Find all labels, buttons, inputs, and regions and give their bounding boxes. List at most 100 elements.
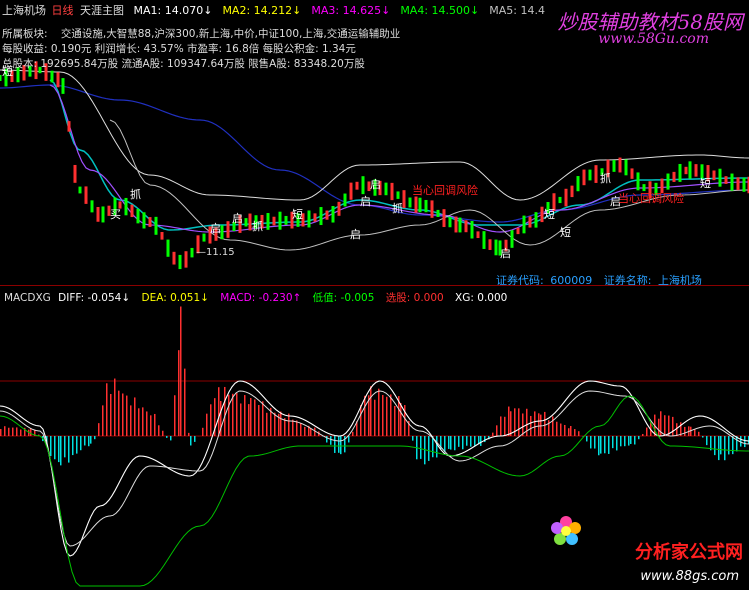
macd-bar xyxy=(16,427,18,436)
candle xyxy=(96,207,100,222)
macd-bar xyxy=(496,425,498,436)
macd-bar xyxy=(436,436,438,458)
macd-bar xyxy=(210,404,212,436)
candle xyxy=(73,164,77,183)
macd-bar xyxy=(702,436,704,438)
macd-bar xyxy=(206,413,208,436)
macd-bar xyxy=(658,418,660,436)
candle xyxy=(458,217,462,233)
ma-entry: MA1: 14.070↓ xyxy=(133,4,213,17)
macd-bar xyxy=(382,395,384,436)
macd-bar xyxy=(600,436,602,454)
macd-bar xyxy=(574,429,576,436)
candle xyxy=(278,211,282,230)
candle xyxy=(558,196,562,204)
share-info: 总股本: 192695.84万股 流通A股: 109347.64万股 限售A股:… xyxy=(2,58,365,70)
macd-bar xyxy=(218,387,220,436)
macd-bar xyxy=(244,395,246,436)
candle xyxy=(630,168,634,179)
macd-bar xyxy=(578,431,580,436)
macd-bar xyxy=(146,411,148,436)
candle xyxy=(396,191,400,199)
macd-bar xyxy=(228,394,230,436)
candle xyxy=(202,233,206,242)
macd-bar xyxy=(314,427,316,436)
macd-bar xyxy=(68,436,70,463)
candle xyxy=(678,163,682,182)
macd-bar xyxy=(628,436,630,446)
candle xyxy=(349,182,353,200)
candle xyxy=(226,221,230,238)
candle xyxy=(694,164,698,177)
macd-bar xyxy=(194,436,196,442)
indicator-title-bar: 上海机场 日线 天涯主图 MA1: 14.070↓ MA2: 14.212↓ MA3… xyxy=(2,2,555,18)
candle xyxy=(319,207,323,226)
candle xyxy=(570,185,574,198)
macd-bar xyxy=(248,404,250,436)
candle xyxy=(343,193,347,207)
macd-bar xyxy=(236,393,238,436)
macd-bar xyxy=(54,436,56,460)
warning-label-2: 当心回调风险 xyxy=(618,192,684,205)
period-label[interactable]: 日线 xyxy=(52,4,74,17)
macd-bar xyxy=(352,431,354,436)
macd-bar xyxy=(232,393,234,436)
candle xyxy=(56,72,60,88)
candle xyxy=(736,177,740,191)
indicator-name[interactable]: 天涯主图 xyxy=(80,4,124,17)
macd-bar xyxy=(330,436,332,445)
macd-bar xyxy=(594,436,596,449)
warning-label-1: 当心回调风险 xyxy=(412,184,478,197)
macd-bar xyxy=(50,436,52,457)
macd-bar xyxy=(360,405,362,436)
stock-name: 上海机场 xyxy=(2,4,46,17)
candle xyxy=(688,161,692,179)
macd-bar xyxy=(706,436,708,446)
candle xyxy=(390,182,394,201)
brand-name: 分析家公式网 xyxy=(635,542,743,563)
macd-bar xyxy=(560,423,562,436)
macd-bar xyxy=(492,432,494,436)
macd-bar xyxy=(390,394,392,436)
candle xyxy=(442,209,446,228)
macd-bar xyxy=(190,436,192,446)
candle xyxy=(284,215,288,225)
pick-value: 0.000 xyxy=(413,292,444,304)
macd-bar xyxy=(444,436,446,453)
candle xyxy=(61,78,65,94)
candle xyxy=(522,215,526,234)
macd-bar xyxy=(530,415,532,436)
macd-bar xyxy=(262,401,264,436)
macd-bar xyxy=(620,436,622,447)
price-chart-panel[interactable]: 短买抓启启抓短启启抓短短短抓启启启 上海机场 日线 天涯主图 MA1: 14.0… xyxy=(0,0,749,287)
signal-label: 启 xyxy=(232,212,243,225)
candle xyxy=(331,205,335,223)
candle xyxy=(148,217,152,227)
macd-bar xyxy=(480,436,482,446)
macd-bar xyxy=(538,413,540,436)
ma-entry: MA2: 14.212↓ xyxy=(222,4,302,17)
ma-entry: MA5: 14.4 xyxy=(489,4,545,17)
candle xyxy=(78,186,82,194)
macd-name[interactable]: MACDXG xyxy=(4,292,51,304)
candle xyxy=(516,227,520,235)
signal-label: 启 xyxy=(350,228,361,241)
candle xyxy=(154,216,158,235)
candle xyxy=(101,206,105,223)
macd-bar xyxy=(340,436,342,455)
macd-bar xyxy=(166,436,168,438)
candle xyxy=(67,121,71,132)
macd-bar xyxy=(274,412,276,436)
xg-label: XG: xyxy=(455,292,474,304)
signal-label: 短 xyxy=(292,207,303,221)
macd-bar xyxy=(394,405,396,436)
macd-bar xyxy=(634,436,636,445)
macd-bar xyxy=(462,436,464,450)
dea-label: DEA: xyxy=(141,292,167,304)
candle xyxy=(172,251,176,265)
macd-bar xyxy=(724,436,726,461)
macd-bar xyxy=(510,411,512,436)
macd-bar xyxy=(454,436,456,451)
signal-label: 启 xyxy=(500,247,511,260)
candle xyxy=(712,170,716,181)
